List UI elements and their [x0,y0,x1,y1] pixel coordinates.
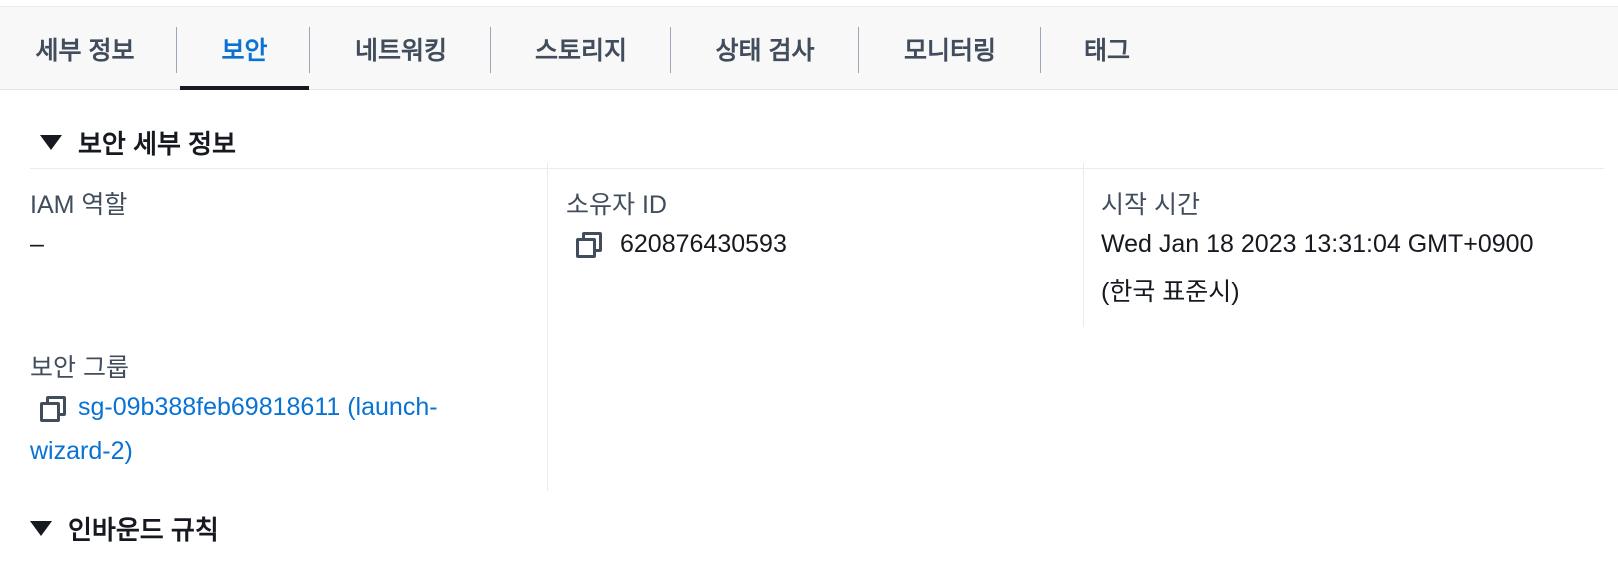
tab-separator [670,27,671,73]
copy-icon[interactable] [574,230,604,260]
inbound-rules-toggle[interactable]: 인바운드 규칙 [30,510,219,547]
security-group-link-continued[interactable]: wizard-2) [30,437,133,466]
caret-down-icon [40,135,62,150]
copy-icon[interactable] [38,394,68,424]
security-groups-label: 보안 그룹 [30,354,129,382]
launch-time-label: 시작 시간 [1101,191,1200,219]
tab-tags[interactable]: 태그 [1042,7,1172,90]
tab-separator [858,27,859,73]
owner-id-label: 소유자 ID [566,191,667,219]
tab-storage[interactable]: 스토리지 [492,7,670,90]
launch-time-timezone: (한국 표준시) [1101,278,1240,306]
tab-security[interactable]: 보안 [180,7,309,90]
tab-separator [309,27,310,73]
launch-time-value: Wed Jan 18 2023 13:31:04 GMT+0900 [1101,230,1534,258]
tab-status-checks[interactable]: 상태 검사 [672,7,858,90]
tab-monitoring[interactable]: 모니터링 [860,7,1040,90]
security-details-title: 보안 세부 정보 [78,129,236,159]
iam-role-label: IAM 역할 [30,191,128,219]
iam-role-value: – [30,230,44,258]
tab-separator [490,27,491,73]
inbound-rules-title: 인바운드 규칙 [68,515,219,545]
column-divider [547,163,548,491]
tab-bar: 세부 정보 보안 네트워킹 스토리지 상태 검사 모니터링 태그 [0,6,1618,90]
owner-id-value: 620876430593 [620,230,787,258]
tab-details[interactable]: 세부 정보 [10,7,160,90]
tab-separator [1040,27,1041,73]
column-divider [1083,163,1084,327]
security-details-toggle[interactable]: 보안 세부 정보 [40,124,236,161]
security-group-link[interactable]: sg-09b388feb69818611 (launch- [78,393,438,422]
tab-separator [176,27,177,73]
section-divider [30,168,1604,169]
caret-down-icon [30,521,52,536]
tab-networking[interactable]: 네트워킹 [312,7,490,90]
